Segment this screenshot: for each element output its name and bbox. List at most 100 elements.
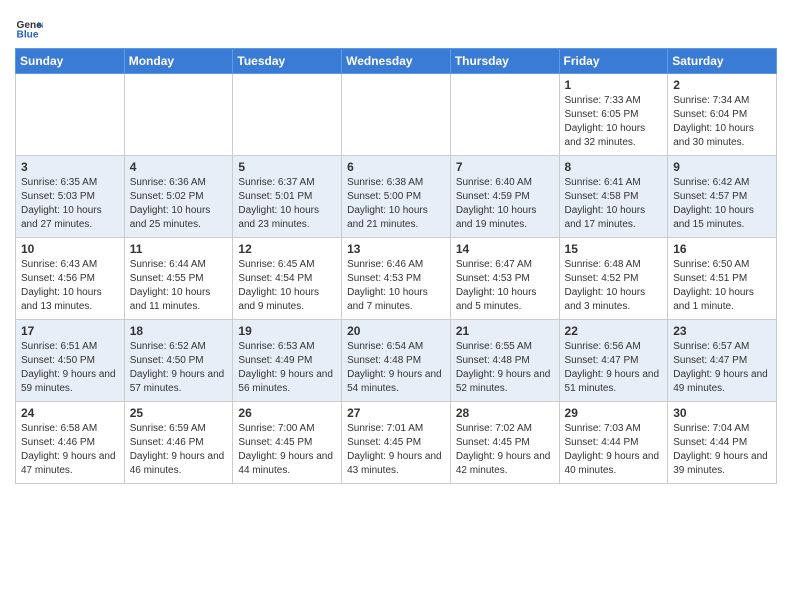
day-info: Sunrise: 7:02 AM Sunset: 4:45 PM Dayligh… xyxy=(456,422,554,478)
day-info: Sunrise: 6:35 AM Sunset: 5:03 PM Dayligh… xyxy=(21,176,119,232)
day-number: 10 xyxy=(21,242,119,256)
day-info: Sunrise: 7:33 AM Sunset: 6:05 PM Dayligh… xyxy=(565,94,663,150)
calendar-cell: 14 Sunrise: 6:47 AM Sunset: 4:53 PM Dayli… xyxy=(450,238,559,320)
day-info: Sunrise: 6:59 AM Sunset: 4:46 PM Dayligh… xyxy=(130,422,228,478)
day-number: 13 xyxy=(347,242,445,256)
day-info: Sunrise: 6:41 AM Sunset: 4:58 PM Dayligh… xyxy=(565,176,663,232)
calendar-cell: 20 Sunrise: 6:54 AM Sunset: 4:48 PM Dayli… xyxy=(342,320,451,402)
calendar-week-1: 3 Sunrise: 6:35 AM Sunset: 5:03 PM Daylig… xyxy=(16,156,777,238)
calendar-cell xyxy=(233,74,342,156)
calendar-cell: 6 Sunrise: 6:38 AM Sunset: 5:00 PM Daylig… xyxy=(342,156,451,238)
header-wednesday: Wednesday xyxy=(342,49,451,74)
day-number: 18 xyxy=(130,324,228,338)
day-number: 26 xyxy=(238,406,336,420)
day-number: 19 xyxy=(238,324,336,338)
day-number: 25 xyxy=(130,406,228,420)
calendar-table: SundayMondayTuesdayWednesdayThursdayFrid… xyxy=(15,48,777,484)
day-info: Sunrise: 7:01 AM Sunset: 4:45 PM Dayligh… xyxy=(347,422,445,478)
day-number: 8 xyxy=(565,160,663,174)
calendar-week-4: 24 Sunrise: 6:58 AM Sunset: 4:46 PM Dayli… xyxy=(16,402,777,484)
calendar-header-row: SundayMondayTuesdayWednesdayThursdayFrid… xyxy=(16,49,777,74)
calendar-cell: 1 Sunrise: 7:33 AM Sunset: 6:05 PM Daylig… xyxy=(559,74,668,156)
day-info: Sunrise: 6:43 AM Sunset: 4:56 PM Dayligh… xyxy=(21,258,119,314)
day-number: 12 xyxy=(238,242,336,256)
calendar-cell: 4 Sunrise: 6:36 AM Sunset: 5:02 PM Daylig… xyxy=(124,156,233,238)
day-number: 17 xyxy=(21,324,119,338)
day-number: 3 xyxy=(21,160,119,174)
calendar-cell: 2 Sunrise: 7:34 AM Sunset: 6:04 PM Daylig… xyxy=(668,74,777,156)
calendar-cell xyxy=(16,74,125,156)
header-monday: Monday xyxy=(124,49,233,74)
day-number: 15 xyxy=(565,242,663,256)
day-number: 23 xyxy=(673,324,771,338)
day-info: Sunrise: 7:00 AM Sunset: 4:45 PM Dayligh… xyxy=(238,422,336,478)
calendar-cell: 26 Sunrise: 7:00 AM Sunset: 4:45 PM Dayli… xyxy=(233,402,342,484)
day-info: Sunrise: 6:38 AM Sunset: 5:00 PM Dayligh… xyxy=(347,176,445,232)
day-number: 4 xyxy=(130,160,228,174)
calendar-cell: 29 Sunrise: 7:03 AM Sunset: 4:44 PM Dayli… xyxy=(559,402,668,484)
calendar-cell: 5Sunrise: 6:37 AM Sunset: 5:01 PM Daylig… xyxy=(233,156,342,238)
day-number: 7 xyxy=(456,160,554,174)
calendar-week-2: 10 Sunrise: 6:43 AM Sunset: 4:56 PM Dayli… xyxy=(16,238,777,320)
page-header: General Blue xyxy=(15,10,777,42)
calendar-cell: 12 Sunrise: 6:45 AM Sunset: 4:54 PM Dayli… xyxy=(233,238,342,320)
header-sunday: Sunday xyxy=(16,49,125,74)
day-number: 14 xyxy=(456,242,554,256)
day-info: Sunrise: 6:46 AM Sunset: 4:53 PM Dayligh… xyxy=(347,258,445,314)
header-friday: Friday xyxy=(559,49,668,74)
calendar-cell: 24 Sunrise: 6:58 AM Sunset: 4:46 PM Dayli… xyxy=(16,402,125,484)
calendar-cell: 15 Sunrise: 6:48 AM Sunset: 4:52 PM Dayli… xyxy=(559,238,668,320)
day-number: 9 xyxy=(673,160,771,174)
calendar-cell: 16Sunrise: 6:50 AM Sunset: 4:51 PM Dayli… xyxy=(668,238,777,320)
day-number: 1 xyxy=(565,78,663,92)
header-thursday: Thursday xyxy=(450,49,559,74)
calendar-cell xyxy=(124,74,233,156)
day-number: 16 xyxy=(673,242,771,256)
day-info: Sunrise: 6:42 AM Sunset: 4:57 PM Dayligh… xyxy=(673,176,771,232)
day-number: 24 xyxy=(21,406,119,420)
calendar-cell: 7 Sunrise: 6:40 AM Sunset: 4:59 PM Daylig… xyxy=(450,156,559,238)
day-info: Sunrise: 6:47 AM Sunset: 4:53 PM Dayligh… xyxy=(456,258,554,314)
svg-text:Blue: Blue xyxy=(17,29,39,40)
day-info: Sunrise: 7:34 AM Sunset: 6:04 PM Dayligh… xyxy=(673,94,771,150)
header-tuesday: Tuesday xyxy=(233,49,342,74)
day-number: 2 xyxy=(673,78,771,92)
day-info: Sunrise: 7:03 AM Sunset: 4:44 PM Dayligh… xyxy=(565,422,663,478)
calendar-cell xyxy=(450,74,559,156)
day-info: Sunrise: 6:58 AM Sunset: 4:46 PM Dayligh… xyxy=(21,422,119,478)
calendar-cell: 18Sunrise: 6:52 AM Sunset: 4:50 PM Dayli… xyxy=(124,320,233,402)
day-number: 20 xyxy=(347,324,445,338)
day-info: Sunrise: 6:51 AM Sunset: 4:50 PM Dayligh… xyxy=(21,340,119,396)
day-info: Sunrise: 6:54 AM Sunset: 4:48 PM Dayligh… xyxy=(347,340,445,396)
calendar-cell: 23 Sunrise: 6:57 AM Sunset: 4:47 PM Dayli… xyxy=(668,320,777,402)
day-info: Sunrise: 6:56 AM Sunset: 4:47 PM Dayligh… xyxy=(565,340,663,396)
calendar-week-0: 1 Sunrise: 7:33 AM Sunset: 6:05 PM Daylig… xyxy=(16,74,777,156)
day-info: Sunrise: 6:48 AM Sunset: 4:52 PM Dayligh… xyxy=(565,258,663,314)
day-info: Sunrise: 6:57 AM Sunset: 4:47 PM Dayligh… xyxy=(673,340,771,396)
day-number: 6 xyxy=(347,160,445,174)
day-info: Sunrise: 6:53 AM Sunset: 4:49 PM Dayligh… xyxy=(238,340,336,396)
day-number: 11 xyxy=(130,242,228,256)
calendar-cell: 27Sunrise: 7:01 AM Sunset: 4:45 PM Dayli… xyxy=(342,402,451,484)
calendar-cell: 11Sunrise: 6:44 AM Sunset: 4:55 PM Dayli… xyxy=(124,238,233,320)
logo: General Blue xyxy=(15,10,47,42)
day-info: Sunrise: 6:45 AM Sunset: 4:54 PM Dayligh… xyxy=(238,258,336,314)
logo-icon: General Blue xyxy=(15,14,43,42)
day-info: Sunrise: 6:36 AM Sunset: 5:02 PM Dayligh… xyxy=(130,176,228,232)
day-number: 29 xyxy=(565,406,663,420)
day-info: Sunrise: 6:40 AM Sunset: 4:59 PM Dayligh… xyxy=(456,176,554,232)
day-number: 28 xyxy=(456,406,554,420)
day-number: 30 xyxy=(673,406,771,420)
header-saturday: Saturday xyxy=(668,49,777,74)
day-number: 22 xyxy=(565,324,663,338)
calendar-cell: 13 Sunrise: 6:46 AM Sunset: 4:53 PM Dayli… xyxy=(342,238,451,320)
calendar-cell: 22 Sunrise: 6:56 AM Sunset: 4:47 PM Dayli… xyxy=(559,320,668,402)
day-info: Sunrise: 6:55 AM Sunset: 4:48 PM Dayligh… xyxy=(456,340,554,396)
day-number: 5 xyxy=(238,160,336,174)
calendar-cell xyxy=(342,74,451,156)
calendar-week-3: 17 Sunrise: 6:51 AM Sunset: 4:50 PM Dayli… xyxy=(16,320,777,402)
day-number: 21 xyxy=(456,324,554,338)
calendar-cell: 3 Sunrise: 6:35 AM Sunset: 5:03 PM Daylig… xyxy=(16,156,125,238)
calendar-cell: 9 Sunrise: 6:42 AM Sunset: 4:57 PM Daylig… xyxy=(668,156,777,238)
day-info: Sunrise: 7:04 AM Sunset: 4:44 PM Dayligh… xyxy=(673,422,771,478)
